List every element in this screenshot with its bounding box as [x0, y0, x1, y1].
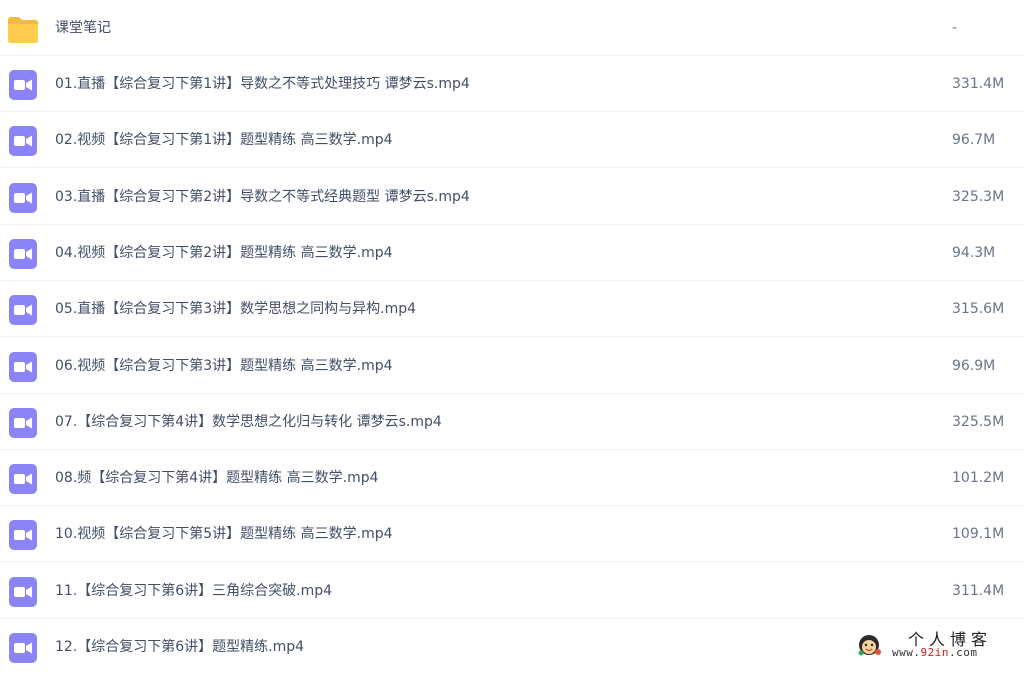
video-file-icon: [9, 126, 37, 156]
list-item-video[interactable]: 02.视频【综合复习下第1讲】题型精练 高三数学.mp4 96.7M: [0, 112, 1024, 168]
file-size: 94.3M: [952, 245, 996, 261]
list-item-video[interactable]: 01.直播【综合复习下第1讲】导数之不等式处理技巧 谭梦云s.mp4 331.4…: [0, 56, 1024, 112]
list-item-video[interactable]: 05.直播【综合复习下第3讲】数学思想之同构与异构.mp4 315.6M: [0, 281, 1024, 337]
file-name: 11.【综合复习下第6讲】三角综合突破.mp4: [55, 583, 333, 599]
list-item-video[interactable]: 06.视频【综合复习下第3讲】题型精练 高三数学.mp4 96.9M: [0, 338, 1024, 394]
video-file-icon: [9, 464, 37, 494]
file-size: 331.4M: [952, 76, 1005, 92]
file-size: 109.1M: [952, 526, 1005, 542]
folder-icon: [8, 17, 38, 43]
file-name: 02.视频【综合复习下第1讲】题型精练 高三数学.mp4: [55, 132, 393, 148]
list-item-folder[interactable]: 课堂笔记 -: [0, 0, 1024, 56]
video-file-icon: [9, 633, 37, 663]
file-size: 96.7M: [952, 132, 996, 148]
file-size: 101.2M: [952, 470, 1005, 486]
watermark: 个人博客 www.92in.com: [852, 624, 1022, 664]
watermark-url: www.92in.com: [892, 646, 978, 659]
video-file-icon: [9, 352, 37, 382]
video-file-icon: [9, 239, 37, 269]
file-size: 325.3M: [952, 189, 1005, 205]
file-name: 05.直播【综合复习下第3讲】数学思想之同构与异构.mp4: [55, 301, 417, 317]
mascot-icon: [858, 635, 881, 656]
video-file-icon: [9, 183, 37, 213]
file-size: 325.5M: [952, 414, 1005, 430]
file-size: 311.4M: [952, 583, 1005, 599]
video-file-icon: [9, 577, 37, 607]
file-name: 06.视频【综合复习下第3讲】题型精练 高三数学.mp4: [55, 358, 393, 374]
file-name: 03.直播【综合复习下第2讲】导数之不等式经典题型 谭梦云s.mp4: [55, 189, 470, 205]
video-file-icon: [9, 520, 37, 550]
file-name: 10.视频【综合复习下第5讲】题型精练 高三数学.mp4: [55, 526, 393, 542]
file-size: 96.9M: [952, 358, 996, 374]
list-item-video[interactable]: 10.视频【综合复习下第5讲】题型精练 高三数学.mp4 109.1M: [0, 506, 1024, 562]
list-item-video[interactable]: 07.【综合复习下第4讲】数学思想之化归与转化 谭梦云s.mp4 325.5M: [0, 394, 1024, 450]
file-size: -: [952, 20, 958, 36]
video-file-icon: [9, 295, 37, 325]
list-item-video[interactable]: 11.【综合复习下第6讲】三角综合突破.mp4 311.4M: [0, 563, 1024, 619]
file-name: 08.频【综合复习下第4讲】题型精练 高三数学.mp4: [55, 470, 379, 486]
video-file-icon: [9, 408, 37, 438]
file-name: 07.【综合复习下第4讲】数学思想之化归与转化 谭梦云s.mp4: [55, 414, 442, 430]
list-item-video[interactable]: 04.视频【综合复习下第2讲】题型精练 高三数学.mp4 94.3M: [0, 225, 1024, 281]
file-name: 04.视频【综合复习下第2讲】题型精练 高三数学.mp4: [55, 245, 393, 261]
file-name: 01.直播【综合复习下第1讲】导数之不等式处理技巧 谭梦云s.mp4: [55, 76, 470, 92]
list-item-video[interactable]: 03.直播【综合复习下第2讲】导数之不等式经典题型 谭梦云s.mp4 325.3…: [0, 169, 1024, 225]
file-name: 12.【综合复习下第6讲】题型精练.mp4: [55, 639, 305, 655]
video-file-icon: [9, 70, 37, 100]
list-item-video[interactable]: 08.频【综合复习下第4讲】题型精练 高三数学.mp4 101.2M: [0, 450, 1024, 506]
file-name: 课堂笔记: [55, 20, 111, 36]
file-size: 315.6M: [952, 301, 1005, 317]
